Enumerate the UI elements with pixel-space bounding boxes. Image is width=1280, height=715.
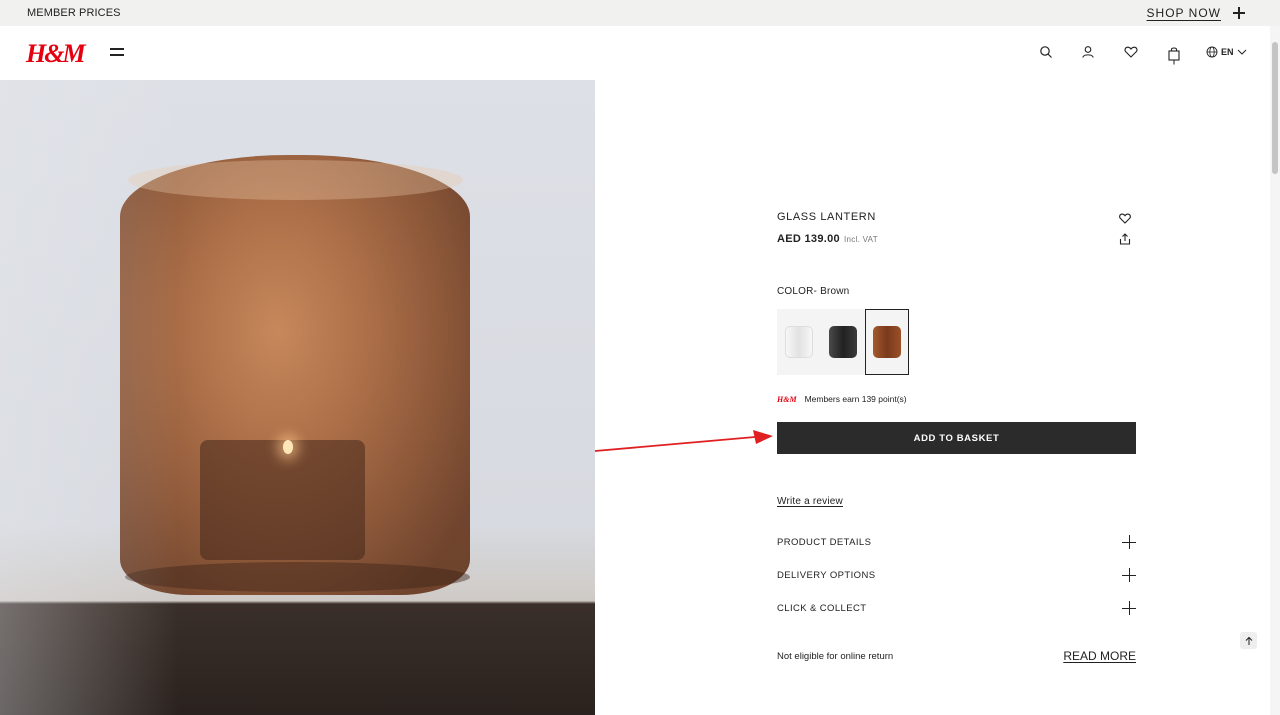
back-to-top-button[interactable] — [1240, 632, 1257, 649]
bag-icon[interactable] — [1166, 46, 1182, 66]
product-price: AED 139.00 Incl. VAT — [777, 233, 878, 245]
price-value: AED 139.00 — [777, 233, 840, 245]
read-more-link[interactable]: READ MORE — [1063, 649, 1136, 663]
annotation-arrow-icon — [595, 430, 773, 452]
member-points-text: Members earn 139 point(s) — [804, 394, 907, 404]
language-selector[interactable]: EN — [1206, 46, 1247, 58]
swatch-clear[interactable] — [777, 309, 821, 375]
expand-plus-icon — [1122, 568, 1136, 582]
banner-text: MEMBER PRICES — [27, 7, 121, 19]
globe-icon — [1206, 46, 1218, 58]
accordion-label: PRODUCT DETAILS — [777, 536, 872, 548]
banner-expand-icon[interactable] — [1233, 7, 1245, 19]
member-prices-banner: MEMBER PRICES SHOP NOW — [0, 0, 1280, 26]
site-header: H&M EN — [0, 26, 1270, 80]
expand-plus-icon — [1122, 601, 1136, 615]
language-label: EN — [1221, 47, 1234, 57]
banner-actions: SHOP NOW — [1147, 6, 1245, 20]
swatch-brown-selected[interactable] — [865, 309, 909, 375]
chevron-down-icon — [1237, 49, 1246, 55]
search-icon[interactable] — [1038, 44, 1054, 60]
accordion-delivery-options[interactable]: DELIVERY OPTIONS — [777, 565, 1136, 585]
color-swatches — [777, 309, 909, 375]
return-policy-text: Not eligible for online return — [777, 650, 894, 662]
scrollbar-thumb[interactable] — [1272, 42, 1278, 174]
return-policy-row: Not eligible for online return READ MORE — [777, 649, 1136, 663]
menu-icon[interactable] — [110, 47, 124, 57]
heart-icon[interactable] — [1123, 44, 1139, 60]
shop-now-link[interactable]: SHOP NOW — [1147, 6, 1221, 20]
share-icon[interactable] — [1118, 232, 1132, 246]
swatch-black[interactable] — [821, 309, 865, 375]
account-icon[interactable] — [1080, 44, 1096, 60]
write-review-link[interactable]: Write a review — [777, 496, 843, 507]
add-to-basket-button[interactable]: ADD TO BASKET — [777, 422, 1136, 454]
add-to-favorites-icon[interactable] — [1118, 211, 1132, 225]
hm-mini-logo: H&M — [777, 394, 797, 404]
accordion-click-collect[interactable]: CLICK & COLLECT — [777, 598, 1136, 618]
accordion-label: DELIVERY OPTIONS — [777, 569, 876, 581]
product-image — [0, 80, 595, 715]
vat-note: Incl. VAT — [843, 235, 878, 244]
accordion-label: CLICK & COLLECT — [777, 602, 867, 614]
product-title: GLASS LANTERN — [777, 211, 876, 223]
member-points: H&M Members earn 139 point(s) — [777, 394, 907, 404]
arrow-up-icon — [1245, 636, 1252, 645]
expand-plus-icon — [1122, 535, 1136, 549]
color-label: COLOR- Brown — [777, 286, 850, 297]
hm-logo[interactable]: H&M — [26, 39, 86, 69]
accordion-product-details[interactable]: PRODUCT DETAILS — [777, 532, 1136, 552]
